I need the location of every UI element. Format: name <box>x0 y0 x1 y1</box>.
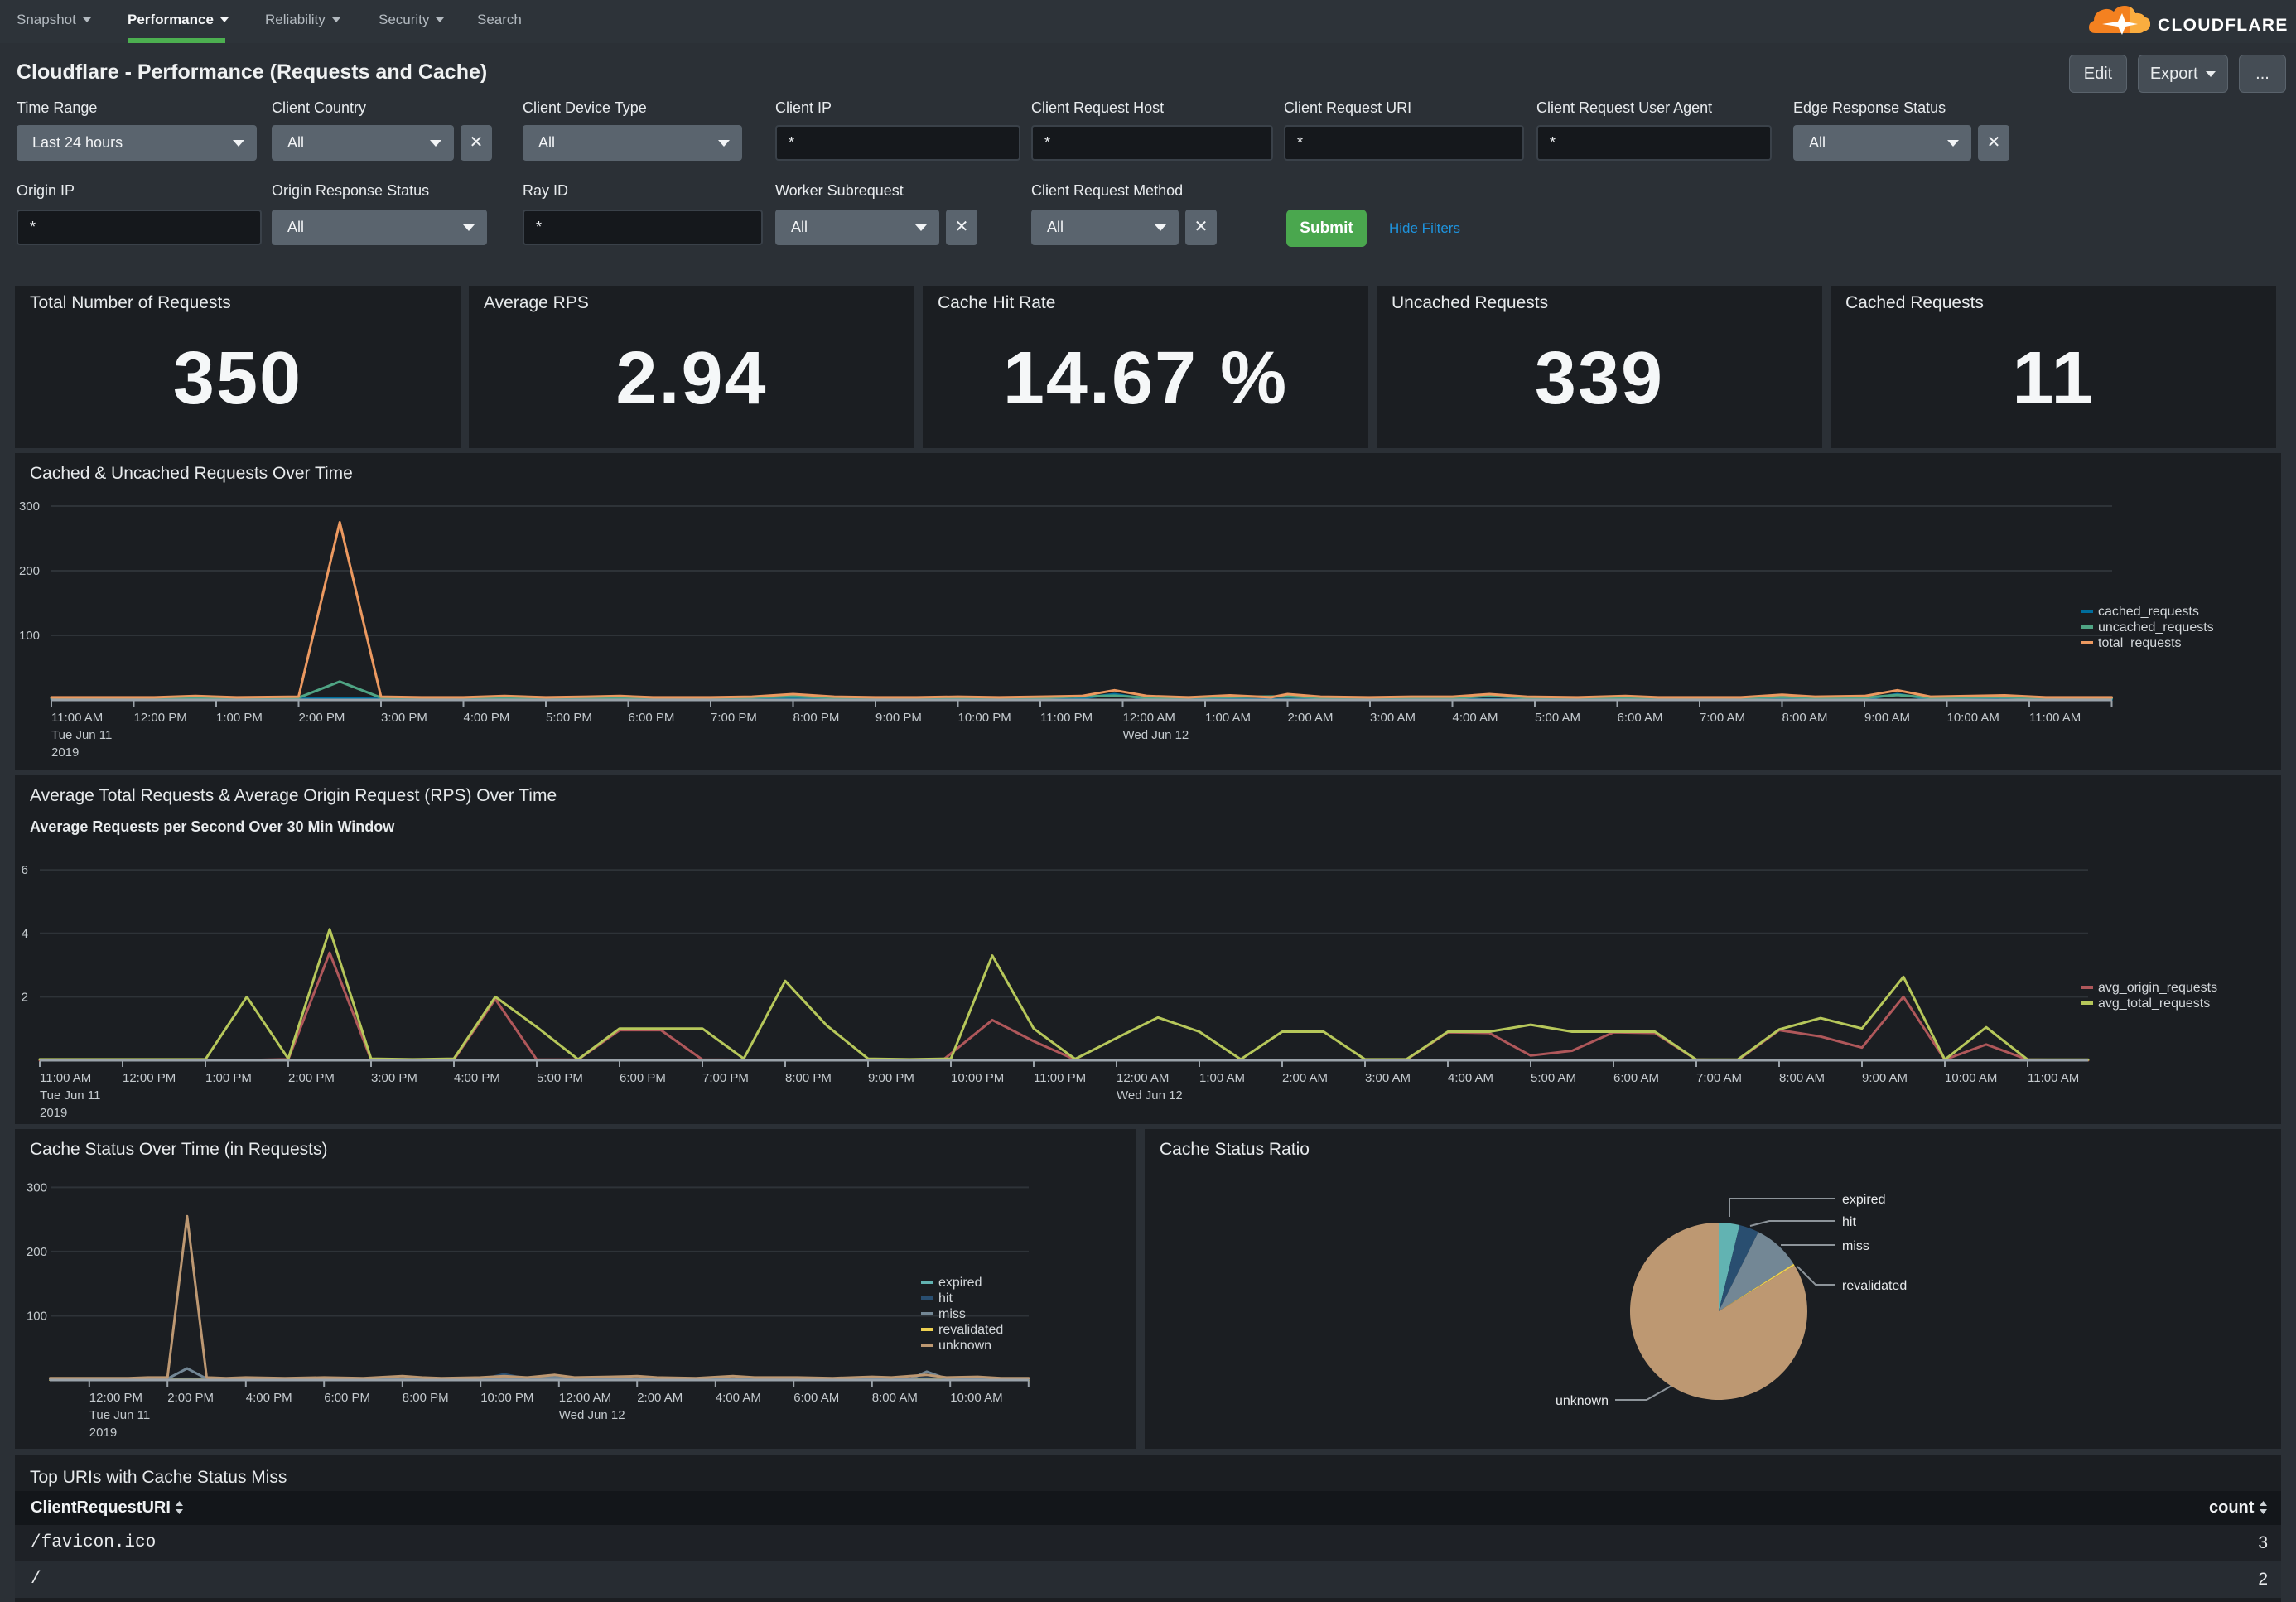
svg-text:9:00 AM: 9:00 AM <box>1862 1071 1908 1085</box>
svg-text:6:00 PM: 6:00 PM <box>324 1391 370 1405</box>
svg-text:3:00 PM: 3:00 PM <box>371 1071 417 1085</box>
svg-text:7:00 PM: 7:00 PM <box>711 711 757 725</box>
svg-text:4:00 PM: 4:00 PM <box>246 1391 292 1405</box>
svg-text:11:00 AM: 11:00 AM <box>51 711 103 725</box>
svg-text:Wed Jun 12: Wed Jun 12 <box>1123 728 1189 742</box>
svg-text:4: 4 <box>22 927 28 941</box>
svg-text:hit: hit <box>1842 1215 1856 1229</box>
svg-text:4:00 PM: 4:00 PM <box>454 1071 500 1085</box>
svg-text:12:00 PM: 12:00 PM <box>89 1391 142 1405</box>
svg-text:2019: 2019 <box>51 746 79 760</box>
svg-text:Tue Jun 11: Tue Jun 11 <box>51 728 112 742</box>
svg-text:revalidated: revalidated <box>1842 1279 1907 1293</box>
svg-text:11:00 AM: 11:00 AM <box>2029 711 2081 725</box>
svg-text:9:00 AM: 9:00 AM <box>1864 711 1910 725</box>
svg-text:2:00 PM: 2:00 PM <box>288 1071 335 1085</box>
svg-text:2:00 AM: 2:00 AM <box>1282 1071 1328 1085</box>
svg-text:revalidated: revalidated <box>938 1323 1003 1337</box>
svg-text:CLOUDFLARE: CLOUDFLARE <box>2158 16 2289 35</box>
svg-text:10:00 AM: 10:00 AM <box>950 1391 1002 1405</box>
svg-text:6:00 AM: 6:00 AM <box>1613 1071 1659 1085</box>
svg-text:2019: 2019 <box>40 1106 67 1120</box>
svg-text:5:00 PM: 5:00 PM <box>537 1071 583 1085</box>
svg-text:8:00 AM: 8:00 AM <box>1782 711 1828 725</box>
svg-text:12:00 PM: 12:00 PM <box>123 1071 176 1085</box>
svg-text:10:00 PM: 10:00 PM <box>951 1071 1004 1085</box>
svg-text:Wed Jun 12: Wed Jun 12 <box>559 1408 625 1422</box>
svg-text:11:00 AM: 11:00 AM <box>2028 1071 2079 1085</box>
svg-text:9:00 PM: 9:00 PM <box>868 1071 914 1085</box>
svg-text:total_requests: total_requests <box>2098 636 2182 650</box>
svg-text:8:00 AM: 8:00 AM <box>1779 1071 1825 1085</box>
svg-text:6:00 AM: 6:00 AM <box>793 1391 839 1405</box>
svg-text:7:00 AM: 7:00 AM <box>1696 1071 1742 1085</box>
svg-text:12:00 PM: 12:00 PM <box>134 711 187 725</box>
svg-text:unknown: unknown <box>938 1339 991 1353</box>
svg-text:2:00 PM: 2:00 PM <box>167 1391 214 1405</box>
svg-text:2:00 AM: 2:00 AM <box>637 1391 683 1405</box>
svg-text:3:00 AM: 3:00 AM <box>1370 711 1416 725</box>
svg-text:6:00 AM: 6:00 AM <box>1618 711 1663 725</box>
svg-text:5:00 AM: 5:00 AM <box>1531 1071 1576 1085</box>
svg-text:expired: expired <box>938 1276 982 1290</box>
svg-text:10:00 AM: 10:00 AM <box>1947 711 1999 725</box>
svg-text:10:00 PM: 10:00 PM <box>480 1391 533 1405</box>
svg-text:11:00 PM: 11:00 PM <box>1034 1071 1086 1085</box>
svg-text:300: 300 <box>27 1180 47 1194</box>
svg-text:4:00 AM: 4:00 AM <box>1453 711 1498 725</box>
svg-text:Wed Jun 12: Wed Jun 12 <box>1117 1088 1183 1103</box>
svg-text:4:00 AM: 4:00 AM <box>716 1391 761 1405</box>
svg-text:avg_total_requests: avg_total_requests <box>2098 996 2210 1011</box>
svg-text:6:00 PM: 6:00 PM <box>620 1071 666 1085</box>
svg-text:1:00 PM: 1:00 PM <box>216 711 263 725</box>
svg-text:8:00 PM: 8:00 PM <box>785 1071 832 1085</box>
svg-text:12:00 AM: 12:00 AM <box>1117 1071 1169 1085</box>
svg-text:2: 2 <box>22 990 28 1004</box>
svg-text:Tue Jun 11: Tue Jun 11 <box>89 1408 150 1422</box>
svg-text:11:00 PM: 11:00 PM <box>1040 711 1093 725</box>
svg-text:11:00 AM: 11:00 AM <box>40 1071 91 1085</box>
svg-text:10:00 PM: 10:00 PM <box>958 711 1011 725</box>
svg-text:4:00 AM: 4:00 AM <box>1448 1071 1493 1085</box>
svg-text:6: 6 <box>22 863 28 877</box>
svg-text:5:00 PM: 5:00 PM <box>546 711 592 725</box>
svg-text:300: 300 <box>19 499 40 514</box>
svg-text:1:00 AM: 1:00 AM <box>1199 1071 1245 1085</box>
svg-text:2:00 AM: 2:00 AM <box>1288 711 1334 725</box>
svg-text:1:00 AM: 1:00 AM <box>1205 711 1251 725</box>
svg-text:100: 100 <box>27 1310 47 1324</box>
svg-text:6:00 PM: 6:00 PM <box>629 711 675 725</box>
svg-text:avg_origin_requests: avg_origin_requests <box>2098 981 2217 995</box>
svg-text:8:00 PM: 8:00 PM <box>793 711 840 725</box>
svg-text:expired: expired <box>1842 1193 1885 1207</box>
svg-text:2019: 2019 <box>89 1426 117 1440</box>
svg-text:cached_requests: cached_requests <box>2098 605 2199 619</box>
svg-text:5:00 AM: 5:00 AM <box>1535 711 1580 725</box>
svg-text:7:00 PM: 7:00 PM <box>702 1071 749 1085</box>
svg-text:4:00 PM: 4:00 PM <box>464 711 510 725</box>
svg-text:uncached_requests: uncached_requests <box>2098 620 2214 635</box>
svg-text:9:00 PM: 9:00 PM <box>875 711 922 725</box>
svg-text:Tue Jun 11: Tue Jun 11 <box>40 1088 100 1103</box>
svg-text:10:00 AM: 10:00 AM <box>1945 1071 1997 1085</box>
svg-text:hit: hit <box>938 1291 953 1305</box>
svg-text:3:00 AM: 3:00 AM <box>1365 1071 1411 1085</box>
svg-text:miss: miss <box>1842 1239 1869 1253</box>
svg-text:200: 200 <box>19 564 40 578</box>
svg-text:200: 200 <box>27 1245 47 1259</box>
svg-text:12:00 AM: 12:00 AM <box>559 1391 611 1405</box>
svg-text:12:00 AM: 12:00 AM <box>1123 711 1175 725</box>
svg-text:8:00 AM: 8:00 AM <box>872 1391 918 1405</box>
svg-text:1:00 PM: 1:00 PM <box>205 1071 252 1085</box>
svg-text:7:00 AM: 7:00 AM <box>1700 711 1745 725</box>
svg-text:3:00 PM: 3:00 PM <box>381 711 427 725</box>
svg-text:100: 100 <box>19 629 40 643</box>
svg-text:8:00 PM: 8:00 PM <box>403 1391 449 1405</box>
svg-text:miss: miss <box>938 1307 966 1321</box>
svg-text:2:00 PM: 2:00 PM <box>299 711 345 725</box>
svg-text:unknown: unknown <box>1556 1394 1609 1408</box>
